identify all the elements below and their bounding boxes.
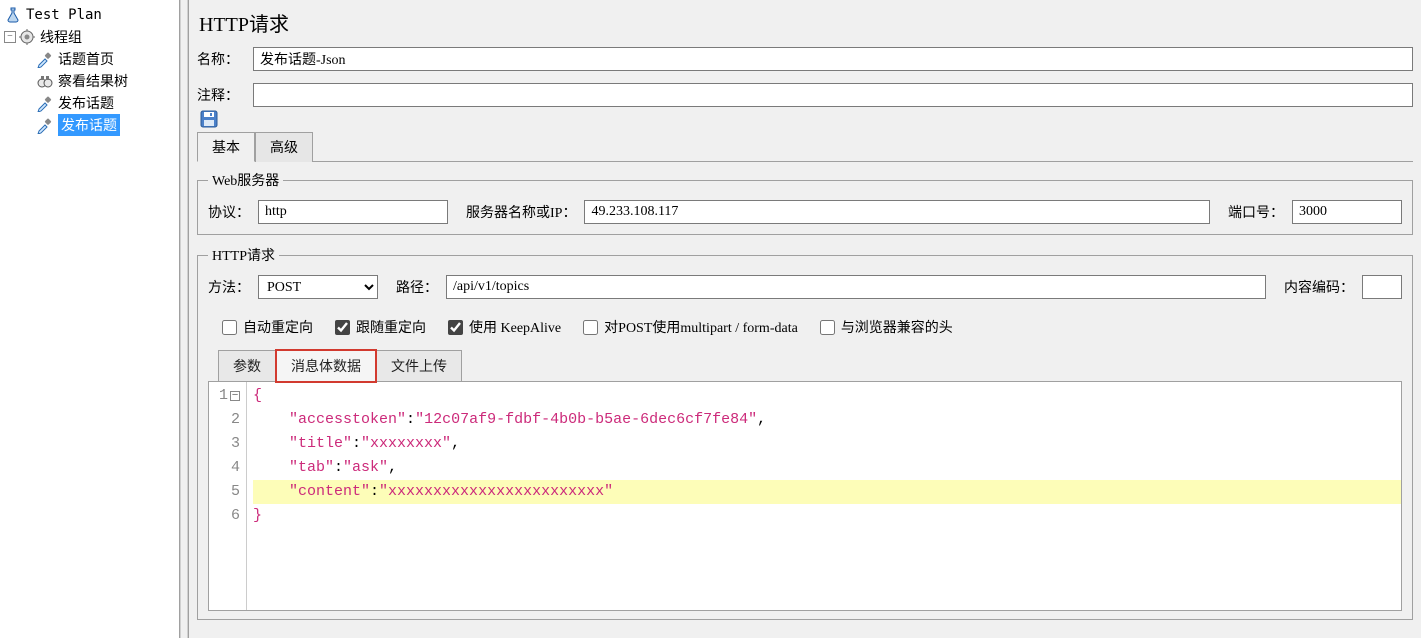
chk-follow-redirect[interactable]: 跟随重定向 xyxy=(335,317,426,337)
protocol-input[interactable] xyxy=(258,200,448,224)
body-tabs: 参数 消息体数据 文件上传 xyxy=(218,349,1402,381)
comment-label: 注释： xyxy=(197,85,253,105)
tree-item-1[interactable]: 察看结果树 xyxy=(2,70,177,92)
dropper-icon xyxy=(36,50,54,68)
port-input[interactable] xyxy=(1292,200,1402,224)
method-label: 方法： xyxy=(208,277,250,297)
name-label: 名称： xyxy=(197,49,253,69)
dropper-icon xyxy=(36,116,54,134)
tab-basic[interactable]: 基本 xyxy=(197,132,255,162)
tree-item-0[interactable]: 话题首页 xyxy=(2,48,177,70)
protocol-label: 协议： xyxy=(208,202,250,222)
tree-item-0-label: 话题首页 xyxy=(58,49,114,69)
tree-item-2[interactable]: 发布话题 xyxy=(2,92,177,114)
save-icon[interactable] xyxy=(199,109,221,131)
server-input[interactable] xyxy=(584,200,1210,224)
editor-gutter: 1−23456 xyxy=(209,382,247,610)
port-label: 端口号： xyxy=(1228,202,1284,222)
encoding-input[interactable] xyxy=(1362,275,1402,299)
flask-icon xyxy=(4,6,22,24)
web-server-group: Web服务器 协议： 服务器名称或IP： 端口号： xyxy=(197,170,1413,235)
tab-file-upload[interactable]: 文件上传 xyxy=(376,350,462,382)
path-label: 路径： xyxy=(396,277,438,297)
server-label: 服务器名称或IP： xyxy=(466,202,576,222)
tab-body-data[interactable]: 消息体数据 xyxy=(276,350,376,382)
tree-root-label: Test Plan xyxy=(26,7,102,23)
binoculars-icon xyxy=(36,72,54,90)
path-input[interactable] xyxy=(446,275,1266,299)
tab-advanced[interactable]: 高级 xyxy=(255,132,313,162)
collapse-icon[interactable]: − xyxy=(4,31,16,43)
chk-keepalive[interactable]: 使用 KeepAlive xyxy=(448,317,561,337)
comment-row: 注释： xyxy=(197,83,1413,107)
http-request-legend: HTTP请求 xyxy=(208,245,279,265)
http-request-group: HTTP请求 方法： POST 路径： 内容编码： 自动重定向 跟随重定向 使用… xyxy=(197,245,1413,620)
dropper-icon xyxy=(36,94,54,112)
tree-item-1-label: 察看结果树 xyxy=(58,71,128,91)
main-panel: HTTP请求 名称： 注释： 基本 高级 Web服务器 协议： 服务器名称或IP… xyxy=(188,0,1421,638)
body-editor[interactable]: 1−23456 { "accesstoken":"12c07af9-fdbf-4… xyxy=(208,381,1402,611)
tab-params[interactable]: 参数 xyxy=(218,350,276,382)
top-tabs: 基本 高级 xyxy=(197,131,1413,162)
name-row: 名称： xyxy=(197,47,1413,71)
tree-item-3[interactable]: 发布话题 xyxy=(2,114,177,136)
web-server-legend: Web服务器 xyxy=(208,170,283,190)
tree-root[interactable]: Test Plan xyxy=(2,4,177,26)
comment-input[interactable] xyxy=(253,83,1413,107)
tree-panel: Test Plan − 线程组 话题首页 察看结果树 发布话题 发布话题 xyxy=(0,0,180,638)
editor-code[interactable]: { "accesstoken":"12c07af9-fdbf-4b0b-b5ae… xyxy=(247,382,1401,610)
tree-item-2-label: 发布话题 xyxy=(58,93,114,113)
chk-auto-redirect[interactable]: 自动重定向 xyxy=(222,317,313,337)
request-options: 自动重定向 跟随重定向 使用 KeepAlive 对POST使用multipar… xyxy=(222,317,1402,337)
chk-multipart[interactable]: 对POST使用multipart / form-data xyxy=(583,317,798,337)
gear-icon xyxy=(18,28,36,46)
tree-item-3-label: 发布话题 xyxy=(58,114,120,136)
encoding-label: 内容编码： xyxy=(1284,277,1354,297)
chk-browser-headers[interactable]: 与浏览器兼容的头 xyxy=(820,317,953,337)
method-select[interactable]: POST xyxy=(258,275,378,299)
tree-thread-group[interactable]: − 线程组 xyxy=(2,26,177,48)
tree-thread-group-label: 线程组 xyxy=(40,27,82,47)
name-input[interactable] xyxy=(253,47,1413,71)
page-title: HTTP请求 xyxy=(197,6,1413,47)
splitter[interactable] xyxy=(180,0,188,638)
